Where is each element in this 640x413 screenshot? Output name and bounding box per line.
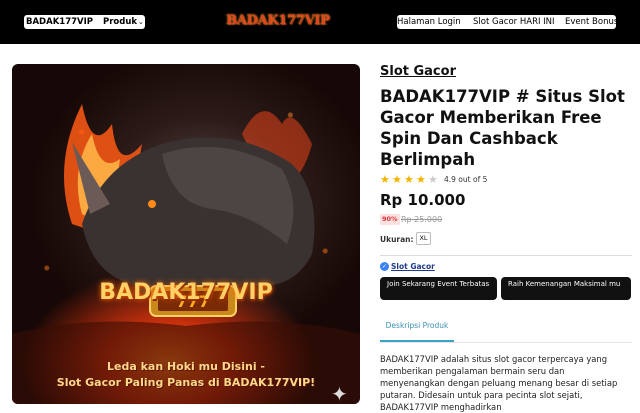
product-title: BADAK177VIP # Situs Slot Gacor Memberika… [380,87,625,169]
nav-link-event-bonus[interactable]: Event Bonus [565,15,618,29]
verified-link[interactable]: Slot Gacor [391,262,435,271]
size-label: Ukuran: [380,235,414,244]
product-image[interactable]: 777 BADAK177VIP Leda kan Hoki mu Disini … [12,64,360,404]
nav-link-login[interactable]: Halaman Login [397,15,461,29]
category-link[interactable]: Slot Gacor [380,64,456,79]
chevron-down-icon[interactable]: ⌄ [138,15,144,29]
tab-underline [380,342,632,343]
star-icon: ★ [404,173,414,186]
hero-brand-text: BADAK177VIP [99,280,273,305]
brand-menu-pill[interactable]: BADAK177VIP Produk ⌄ [24,15,145,29]
star-icon: ★ [428,173,438,186]
sparkle-icon: ✦ [331,382,348,404]
original-price: Rp 25.000 [401,215,443,224]
rating-text: 4.9 out of 5 [444,175,488,184]
size-option[interactable]: XL [416,232,431,245]
hero-tagline-1: Leda kan Hoki mu Disini - [106,360,265,373]
join-event-button[interactable]: Join Sekarang Event Terbatas [380,277,497,300]
star-icon: ★ [392,173,402,186]
discount-badge: 90% [380,214,400,225]
verified-check-icon: ✓ [380,262,389,271]
star-icon: ★ [416,173,426,186]
produk-menu[interactable]: Produk [103,15,137,29]
hero-tagline-2: Slot Gacor Paling Panas di BADAK177VIP! [56,376,316,389]
divider [380,255,632,256]
top-header: BADAK177VIP Produk ⌄ BADAK177VIP Halaman… [0,0,640,44]
nav-links: Halaman Login Slot Gacor HARI INI Event … [397,15,618,29]
rhino-illustration: 777 [12,104,360,404]
nav-link-slot-gacor[interactable]: Slot Gacor HARI INI [473,15,555,29]
site-logo[interactable]: BADAK177VIP [226,12,330,30]
max-win-button[interactable]: Raih Kemenangan Maksimal mu [501,277,631,300]
price: Rp 10.000 [380,191,466,209]
tab-description[interactable]: Deskripsi Produk [380,316,454,342]
star-icon: ★ [380,173,390,186]
brand-link[interactable]: BADAK177VIP [26,17,93,27]
product-description: BADAK177VIP adalah situs slot gacor terp… [380,354,618,412]
